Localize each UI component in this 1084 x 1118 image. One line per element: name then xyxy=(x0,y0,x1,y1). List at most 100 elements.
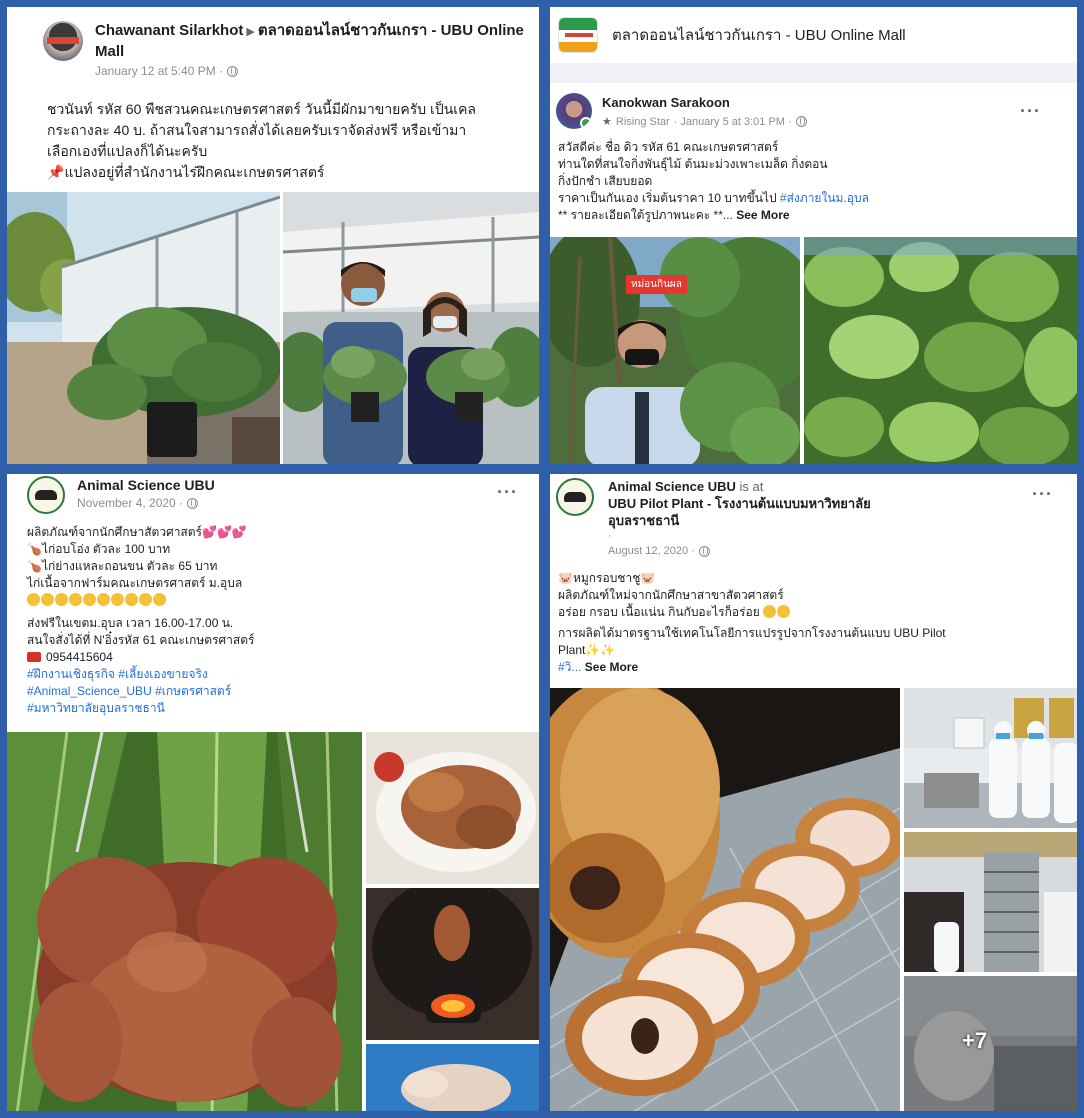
post-text-line: ** รายละเอียดใต้รูปภาพนะคะ **... See Mor… xyxy=(558,207,869,224)
more-options-icon[interactable]: ··· xyxy=(1032,484,1053,505)
post-text-line: เลือกเองที่แปลงก็ได้นะครับ xyxy=(47,143,208,159)
photo-more-images[interactable]: +7 xyxy=(904,976,1077,1111)
post-text: สวัสดีค่ะ ชื่อ ดิว รหัส 61 คณะเกษตรศาสตร… xyxy=(558,139,869,224)
hearts-emoji-icon: 💕💕💕 xyxy=(202,525,247,539)
smile-emoji-icon xyxy=(55,593,68,606)
post-text-line: ราคาเป็นกันเอง เริ่มต้นราคา 10 บาทขึ้นไป… xyxy=(558,190,869,207)
plant-text: Plant xyxy=(558,643,586,657)
separator-dot: · xyxy=(608,530,612,542)
post-timestamp[interactable]: · January 5 at 3:01 PM · xyxy=(674,116,792,128)
post-chawanant: Chawanant Silarkhot ▶ ตลาดออนไลน์ชาวกันเกร… xyxy=(4,4,542,467)
taste-text: อร่อย กรอบ เนื้อแน่น กินกับอะไรก็อร่อย xyxy=(558,605,760,619)
post-timestamp[interactable]: January 12 at 5:40 PM · xyxy=(95,64,223,78)
globe-icon xyxy=(698,545,710,557)
post-text-line: กระถางละ 40 บ. ถ้าสนใจสามารถสั่งได้เลยคร… xyxy=(47,122,467,138)
smile-emoji-icon xyxy=(97,593,110,606)
smile-emoji-icon xyxy=(111,593,124,606)
post-text-line: ผลิตภัณฑ์จากนักศึกษาสัตวศาสตร์💕💕💕 xyxy=(27,524,254,541)
pushpin-icon: 📌 xyxy=(47,164,65,180)
pork-photo-art xyxy=(550,688,900,1111)
smile-emoji-icon xyxy=(777,605,791,618)
hashtag-link[interactable]: #ส่งภายในม.อุบล xyxy=(780,191,869,205)
phone-number[interactable]: 0954415604 xyxy=(46,650,113,664)
post-text-line: 0954415604 xyxy=(27,649,254,666)
post-text-line: 🍗ไก่ย่างแหละถอนขน ตัวละ 65 บาท xyxy=(27,558,254,575)
place-name[interactable]: UBU Pilot Plant - โรงงานต้นแบบมหาวิทยาลั… xyxy=(608,495,871,512)
post-header: Animal Science UBU November 4, 2020 · xyxy=(27,476,215,514)
photo-student-mulberry[interactable]: หม่อนกินผล xyxy=(550,237,800,464)
group-thumbnail[interactable] xyxy=(558,17,598,53)
product-title: หมูกรอบชาชู xyxy=(572,571,641,585)
page-name[interactable]: Animal Science UBU xyxy=(608,479,736,494)
page-avatar[interactable] xyxy=(27,476,65,514)
hashtag-link[interactable]: #วิ... xyxy=(558,660,581,674)
detail-text: ** รายละเอียดใต้รูปภาพนะคะ **... xyxy=(558,208,733,222)
page-avatar[interactable] xyxy=(556,478,594,516)
drumstick-icon: 🍗 xyxy=(27,542,42,556)
chicken-plate-art xyxy=(366,732,539,884)
photo-label: หม่อนกินผล xyxy=(626,275,687,294)
post-header: Chawanant Silarkhot ▶ ตลาดออนไลน์ชาวกันเกร… xyxy=(43,21,539,78)
smile-emoji-icon xyxy=(763,605,777,618)
post-text-line: 🐷หมูกรอบชาชู🐷 xyxy=(558,570,946,587)
photo-oven-rack[interactable] xyxy=(904,832,1077,972)
author-avatar[interactable] xyxy=(43,21,83,61)
see-more-link[interactable]: See More xyxy=(585,660,638,674)
photo-kale-greenhouse[interactable] xyxy=(7,192,280,464)
rack-photo-art xyxy=(904,832,1077,972)
author-line: Chawanant Silarkhot ▶ ตลาดออนไลน์ชาวกันเกร… xyxy=(95,21,539,61)
author-name[interactable]: Kanokwan Sarakoon xyxy=(602,93,807,112)
photo-mulberry-leaves[interactable] xyxy=(804,237,1077,464)
author-avatar[interactable] xyxy=(556,93,592,129)
smile-emoji-icon xyxy=(139,593,152,606)
more-options-icon[interactable]: ··· xyxy=(497,482,518,503)
post-text-line: สนใจสั่งได้ที่ N'อิ๋งรหัส 61 คณะเกษตรศาส… xyxy=(27,633,255,647)
page-name[interactable]: Animal Science UBU xyxy=(77,476,215,495)
more-photos-count[interactable]: +7 xyxy=(962,1028,987,1054)
post-text-line: กิ่งปักชำ เสียบยอด xyxy=(558,174,653,188)
photo-students-plants[interactable] xyxy=(283,192,539,464)
star-icon: ★ xyxy=(602,116,612,128)
more-options-icon[interactable]: ··· xyxy=(1020,101,1041,122)
group-header-name[interactable]: ตลาดออนไลน์ชาวกันเกรา - UBU Online Mall xyxy=(612,23,906,47)
photo-clay-oven[interactable] xyxy=(366,888,539,1040)
post-meta: January 12 at 5:40 PM · xyxy=(95,64,539,78)
photo-crispy-pork[interactable] xyxy=(550,688,900,1111)
students-photo-art xyxy=(283,192,539,464)
post-meta: August 12, 2020 · xyxy=(608,545,871,557)
post-text-line: อร่อย กรอบ เนื้อแน่น กินกับอะไรก็อร่อย xyxy=(558,604,946,621)
pig-emoji-icon: 🐷 xyxy=(558,571,573,585)
share-arrow-icon: ▶ xyxy=(246,26,255,38)
chicken-photo-art xyxy=(7,732,362,1111)
hashtag-link[interactable]: #ฝึกงานเชิงธุรกิจ #เลี้ยงเองขายจริง xyxy=(27,666,254,683)
author-name[interactable]: Chawanant Silarkhot xyxy=(95,22,243,39)
author-line: Animal Science UBU is at xyxy=(608,478,871,495)
pig-emoji-icon: 🐷 xyxy=(640,571,656,585)
hashtag-link[interactable]: #Animal_Science_UBU #เกษตรศาสตร์ xyxy=(27,683,254,700)
mulberry-photo-art xyxy=(550,237,800,464)
photo-roast-chicken[interactable] xyxy=(7,732,362,1111)
sparkles-icon: ✨✨ xyxy=(585,643,616,657)
post-text-line: 🍗ไก่อบโอ่ง ตัวละ 100 บาท xyxy=(27,541,254,558)
post-timestamp[interactable]: November 4, 2020 · xyxy=(77,496,183,510)
post-animal-science-chicken: Animal Science UBU November 4, 2020 · ··… xyxy=(4,471,542,1114)
smile-emoji-icon xyxy=(27,593,40,606)
post-text-line: ชวนันท์ รหัส 60 พืชสวนคณะเกษตรศาสตร์ วัน… xyxy=(47,101,477,117)
photo-raw-chicken[interactable] xyxy=(366,1044,539,1111)
post-text-line: สวัสดีค่ะ ชื่อ ดิว รหัส 61 คณะเกษตรศาสตร… xyxy=(558,140,779,154)
post-meta: November 4, 2020 · xyxy=(77,496,215,510)
emoji-row xyxy=(27,592,254,609)
hashtag-link[interactable]: #มหาวิทยาลัยอุบลราชธานี xyxy=(27,700,254,717)
photo-factory-workers[interactable] xyxy=(904,688,1077,828)
smile-emoji-icon xyxy=(41,593,54,606)
collage-frame: Chawanant Silarkhot ▶ ตลาดออนไลน์ชาวกันเกร… xyxy=(0,0,1084,1118)
rising-star-badge[interactable]: Rising Star xyxy=(616,116,670,128)
item-text: ไก่ย่างแหละถอนขน ตัวละ 65 บาท xyxy=(41,559,218,573)
photo-chicken-plate[interactable] xyxy=(366,732,539,884)
intro-text: ผลิตภัณฑ์จากนักศึกษาสัตวศาสตร์ xyxy=(27,525,202,539)
post-header: Animal Science UBU is at UBU Pilot Plant… xyxy=(556,478,871,557)
post-timestamp[interactable]: August 12, 2020 · xyxy=(608,545,695,557)
see-more-link[interactable]: See More xyxy=(736,208,789,222)
place-name-line2[interactable]: อุบลราชธานี xyxy=(608,512,871,529)
workers-photo-art xyxy=(904,688,1077,828)
